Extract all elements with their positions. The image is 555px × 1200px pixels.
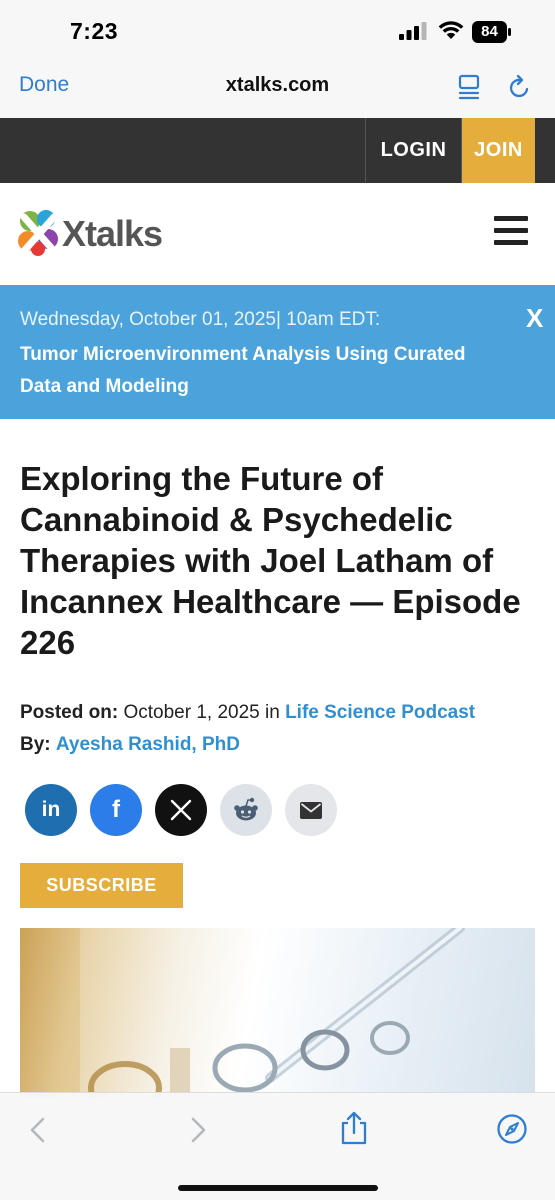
- status-time: 7:23: [70, 18, 119, 44]
- subscribe-button[interactable]: SUBSCRIBE: [20, 863, 183, 908]
- author-meta: By: Ayesha Rashid, PhD: [20, 734, 240, 756]
- reddit-share-button[interactable]: [220, 784, 272, 836]
- cellular-signal-icon: [399, 22, 427, 40]
- x-icon: [170, 799, 192, 821]
- reddit-icon: [234, 797, 258, 821]
- browser-bar: Done xtalks.com: [0, 62, 555, 118]
- share-icon[interactable]: [339, 1111, 369, 1145]
- banner-title[interactable]: Tumor Microenvironment Analysis Using Cu…: [20, 339, 490, 403]
- posted-meta: Posted on: October 1, 2025 in Life Scien…: [20, 702, 475, 724]
- reload-icon[interactable]: [507, 74, 533, 100]
- page: 7:23 84 Done xtalks.com LOGIN JOIN Xtalk…: [0, 0, 555, 1200]
- battery-level: 84: [481, 23, 498, 40]
- xtalks-logo-icon[interactable]: [18, 209, 60, 257]
- compass-icon[interactable]: [496, 1113, 528, 1145]
- category-link[interactable]: Life Science Podcast: [285, 702, 475, 723]
- banner-date: Wednesday, October 01, 2025| 10am EDT:: [20, 309, 381, 330]
- facebook-share-button[interactable]: f: [90, 784, 142, 836]
- posted-date: October 1, 2025 in: [123, 702, 280, 723]
- webinar-banner[interactable]: Wednesday, October 01, 2025| 10am EDT: T…: [0, 285, 555, 419]
- battery-icon: 84: [472, 21, 512, 43]
- envelope-icon: [300, 801, 322, 819]
- author-link[interactable]: Ayesha Rashid, PhD: [56, 734, 240, 755]
- status-bar: 7:23 84: [0, 0, 555, 62]
- linkedin-icon: in: [41, 798, 61, 821]
- join-button[interactable]: JOIN: [462, 118, 535, 183]
- linkedin-share-button[interactable]: in: [25, 784, 77, 836]
- posted-label: Posted on:: [20, 702, 119, 723]
- logo-text: Xtalks: [62, 213, 163, 254]
- x-share-button[interactable]: [155, 784, 207, 836]
- article-headline: Exploring the Future of Cannabinoid & Ps…: [20, 460, 521, 661]
- top-nav: LOGIN JOIN: [0, 118, 555, 183]
- forward-chevron-icon[interactable]: [186, 1115, 210, 1145]
- banner-close-button[interactable]: X: [526, 303, 543, 334]
- home-indicator[interactable]: [178, 1185, 378, 1191]
- email-share-button[interactable]: [285, 784, 337, 836]
- logo-wordmark[interactable]: Xtalks: [62, 213, 163, 255]
- lab-glassware-illustration: [20, 928, 465, 1098]
- site-header: Xtalks: [0, 183, 555, 285]
- by-label: By:: [20, 734, 51, 755]
- wifi-icon: [438, 21, 464, 39]
- article-hero-image: [20, 928, 535, 1098]
- hamburger-menu-icon[interactable]: [494, 216, 528, 246]
- back-chevron-icon[interactable]: [26, 1115, 50, 1145]
- reader-mode-icon[interactable]: [457, 74, 481, 100]
- facebook-icon: f: [112, 796, 120, 823]
- browser-toolbar: [0, 1092, 555, 1200]
- login-button[interactable]: LOGIN: [365, 118, 462, 183]
